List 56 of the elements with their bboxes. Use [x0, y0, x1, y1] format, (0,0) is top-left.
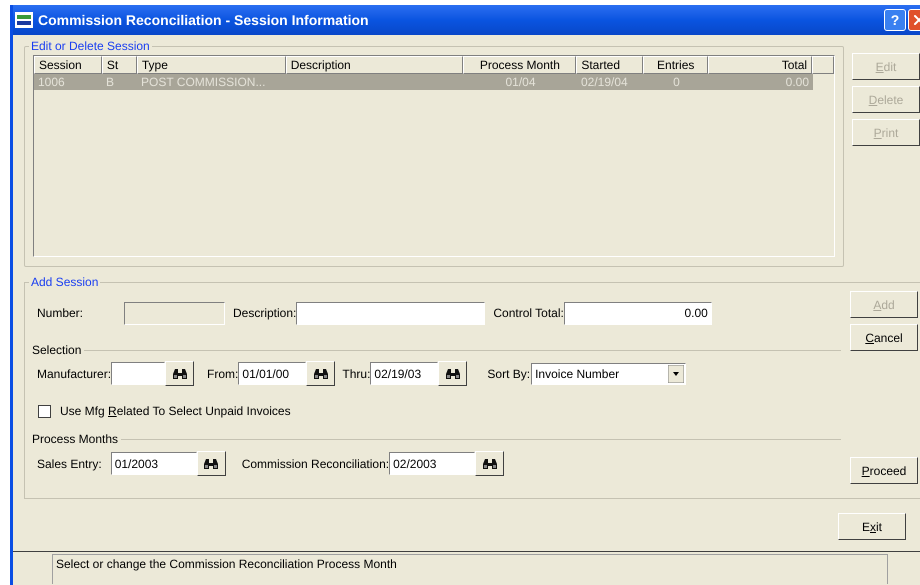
field-label: Manufacturer:: [37, 366, 112, 382]
commission-reconciliation-field[interactable]: 02/2003: [389, 452, 476, 475]
table-cell-text: 0: [672, 74, 681, 90]
status-bar: Select or change the Commission Reconciliation Process Month: [52, 554, 888, 584]
column-header[interactable]: Description: [286, 56, 464, 74]
lookup-button[interactable]: [196, 451, 226, 476]
binoculars-icon: [482, 458, 498, 470]
description-field[interactable]: [296, 302, 486, 324]
table-cell-text: 0.00: [784, 74, 810, 90]
field-label: Number:: [37, 305, 84, 322]
table-cell-text: 01/04: [504, 74, 537, 90]
dropdown-arrow-icon: [668, 364, 684, 382]
sort-by-dropdown[interactable]: Invoice Number: [531, 362, 686, 384]
table-cell-text: B: [105, 74, 116, 90]
field-label: From:: [207, 366, 238, 382]
manufacturer-field[interactable]: [111, 362, 166, 385]
action-button[interactable]: Proceed: [850, 457, 918, 484]
action-button[interactable]: Cancel: [850, 324, 918, 351]
column-header[interactable]: Session: [34, 56, 102, 74]
column-header[interactable]: Started: [576, 56, 644, 74]
window-title: Commission Reconciliation - Session Information: [38, 10, 370, 30]
field-label: Sales Entry:: [37, 456, 102, 472]
field-label: Selection: [31, 342, 82, 359]
checkbox-label: Use Mfg Related To Select Unpaid Invoices: [60, 403, 291, 420]
action-button[interactable]: Exit: [838, 513, 906, 540]
lookup-button[interactable]: [475, 451, 504, 476]
app-logo-icon: [15, 12, 33, 28]
field-label: Thru:: [342, 366, 370, 382]
binoculars-icon: [444, 368, 461, 380]
table-cell-text: 02/19/04: [580, 74, 629, 90]
lookup-button[interactable]: [438, 361, 468, 386]
field-label: Description:: [233, 305, 296, 322]
column-header[interactable]: Entries: [643, 56, 708, 74]
from-date-field[interactable]: 01/01/00: [238, 362, 306, 385]
checkbox[interactable]: [38, 404, 51, 418]
sales-entry-field[interactable]: 01/2003: [110, 452, 197, 475]
binoculars-icon: [312, 368, 329, 380]
field-label: Sort By:: [487, 366, 530, 382]
help-button[interactable]: ?: [884, 9, 906, 31]
table-cell-text: 1006: [37, 74, 66, 90]
lookup-button[interactable]: [165, 361, 194, 386]
field-label: Commission Reconciliation:: [242, 456, 390, 472]
binoculars-icon: [172, 368, 188, 380]
group-title: Edit or Delete Session: [30, 38, 151, 55]
thru-date-field[interactable]: 02/19/03: [370, 362, 438, 385]
column-header[interactable]: Type: [136, 56, 286, 74]
table-cell-text: POST COMMISSION...: [140, 74, 266, 90]
column-header[interactable]: St: [102, 56, 137, 74]
lookup-button[interactable]: [306, 361, 336, 386]
field-label: Control Total:: [493, 305, 564, 322]
column-header[interactable]: Total: [708, 56, 812, 74]
column-header[interactable]: Process Month: [463, 56, 576, 74]
field-label: Process Months: [31, 431, 120, 448]
group-title: Add Session: [30, 274, 100, 291]
binoculars-icon: [203, 458, 220, 470]
control-total-field[interactable]: 0.00: [564, 302, 712, 324]
